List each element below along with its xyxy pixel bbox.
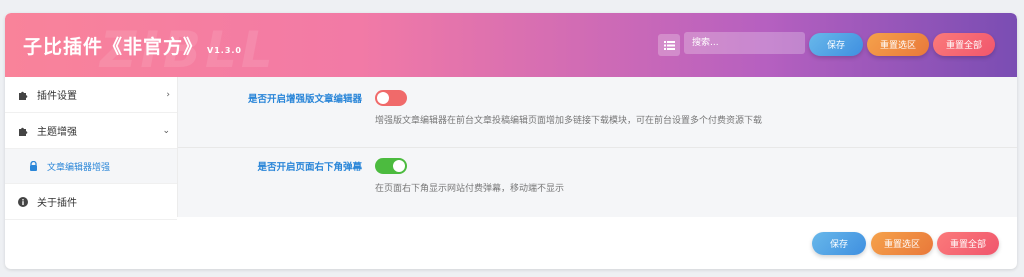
sidebar-item-theme-enhance[interactable]: 主题增强 ⌄ (5, 113, 177, 149)
sidebar-item-plugin-settings[interactable]: 插件设置 › (5, 77, 177, 113)
footer-reset-section-button[interactable]: 重置选区 (871, 232, 933, 255)
sidebar-item-label: 关于插件 (37, 198, 77, 209)
sidebar-item-label: 主题增强 (37, 127, 77, 138)
puzzle-icon (17, 126, 29, 136)
sidebar: 插件设置 › 主题增强 ⌄ 文章编辑器增强 关于插件 (5, 77, 178, 220)
page-title: 子比插件《非官方》 V1.3.0 (23, 32, 242, 59)
divider (178, 147, 1017, 148)
reset-all-button[interactable]: 重置全部 (933, 33, 995, 56)
setting-desc-editor: 增强版文章编辑器在前台文章投稿编辑页面增加多链接下载模块，可在前台设置多个付费资… (375, 116, 763, 126)
puzzle-icon (17, 90, 29, 100)
settings-content: 是否开启增强版文章编辑器 增强版文章编辑器在前台文章投稿编辑页面增加多链接下载模… (178, 77, 1017, 217)
setting-label-editor: 是否开启增强版文章编辑器 (247, 94, 362, 105)
chevron-down-icon: ⌄ (162, 125, 170, 136)
footer-reset-all-button[interactable]: 重置全部 (937, 232, 999, 255)
editor-toggle-off[interactable] (375, 90, 407, 106)
sidebar-item-label: 文章编辑器增强 (47, 162, 111, 173)
search-input[interactable] (684, 32, 805, 54)
settings-panel: ZIBLL 子比插件《非官方》V1.3.0 保存 重置选区 重置全部 插件设置 … (5, 13, 1017, 269)
sidebar-item-about[interactable]: 关于插件 (5, 184, 177, 220)
chevron-right-icon: › (166, 89, 170, 100)
reset-section-button[interactable]: 重置选区 (867, 33, 929, 56)
barrage-toggle-on[interactable] (375, 158, 407, 174)
sidebar-item-label: 插件设置 (37, 91, 77, 102)
header-bar: ZIBLL 子比插件《非官方》V1.3.0 保存 重置选区 重置全部 (5, 13, 1017, 79)
list-menu-icon[interactable] (658, 34, 680, 56)
save-button[interactable]: 保存 (809, 33, 863, 56)
info-icon (17, 196, 29, 207)
version-label: V1.3.0 (207, 46, 242, 55)
title-text: 子比插件《非官方》 (23, 36, 204, 58)
sidebar-item-editor-enhance[interactable]: 文章编辑器增强 (5, 149, 177, 184)
setting-desc-barrage: 在页面右下角显示网站付费弹幕，移动端不显示 (375, 184, 565, 194)
lock-icon (27, 161, 39, 171)
setting-label-barrage: 是否开启页面右下角弹幕 (257, 162, 362, 173)
footer-save-button[interactable]: 保存 (812, 232, 866, 255)
